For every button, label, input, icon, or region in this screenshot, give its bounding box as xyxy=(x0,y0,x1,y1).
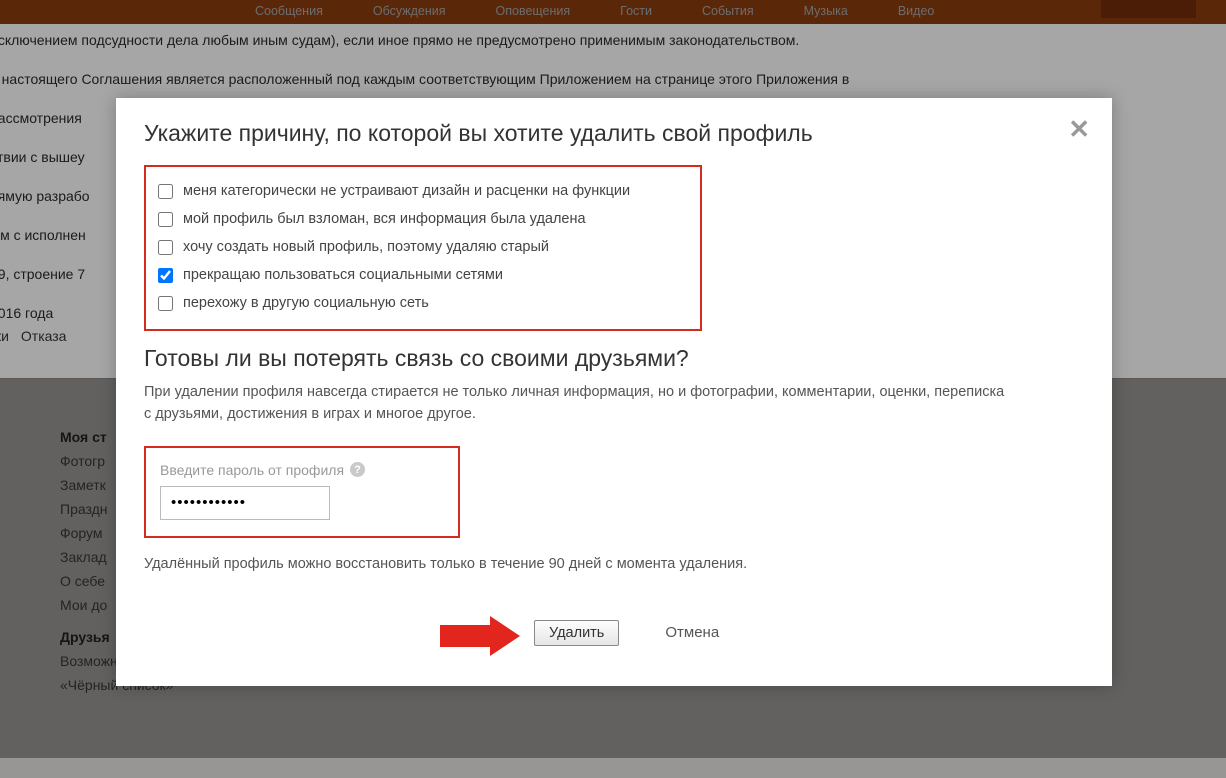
delete-button[interactable]: Удалить xyxy=(534,620,619,646)
annotation-arrow-icon xyxy=(440,616,522,656)
reason-option[interactable]: прекращаю пользоваться социальными сетям… xyxy=(158,261,688,289)
cancel-button[interactable]: Отмена xyxy=(665,624,719,641)
reason-checkbox[interactable] xyxy=(158,268,173,283)
reasons-group: меня категорически не устраивают дизайн … xyxy=(144,165,702,331)
reason-option[interactable]: мой профиль был взломан, вся информация … xyxy=(158,205,688,233)
reason-checkbox[interactable] xyxy=(158,240,173,255)
modal-actions: Удалить Отмена xyxy=(144,620,1084,646)
reason-option[interactable]: перехожу в другую социальную сеть xyxy=(158,289,688,317)
password-section: Введите пароль от профиля ? xyxy=(144,446,460,538)
password-input[interactable] xyxy=(160,486,330,520)
close-icon[interactable]: ✕ xyxy=(1068,116,1090,142)
reason-label: мой профиль был взломан, вся информация … xyxy=(183,211,586,227)
reason-label: прекращаю пользоваться социальными сетям… xyxy=(183,267,503,283)
reason-checkbox[interactable] xyxy=(158,296,173,311)
password-label: Введите пароль от профиля ? xyxy=(160,462,444,478)
reason-checkbox[interactable] xyxy=(158,184,173,199)
help-icon[interactable]: ? xyxy=(350,462,365,477)
reason-checkbox[interactable] xyxy=(158,212,173,227)
reason-label: хочу создать новый профиль, поэтому удал… xyxy=(183,239,549,255)
reason-label: перехожу в другую социальную сеть xyxy=(183,295,429,311)
reason-label: меня категорически не устраивают дизайн … xyxy=(183,183,630,199)
reason-option[interactable]: меня категорически не устраивают дизайн … xyxy=(158,177,688,205)
reason-option[interactable]: хочу создать новый профиль, поэтому удал… xyxy=(158,233,688,261)
modal-subheading: Готовы ли вы потерять связь со своими др… xyxy=(144,345,1084,372)
modal-warning-text: При удалении профиля навсегда стирается … xyxy=(144,382,1014,426)
modal-title: Укажите причину, по которой вы хотите уд… xyxy=(144,120,1084,147)
recover-note: Удалённый профиль можно восстановить тол… xyxy=(144,556,1084,572)
delete-profile-modal: ✕ Укажите причину, по которой вы хотите … xyxy=(116,98,1112,686)
